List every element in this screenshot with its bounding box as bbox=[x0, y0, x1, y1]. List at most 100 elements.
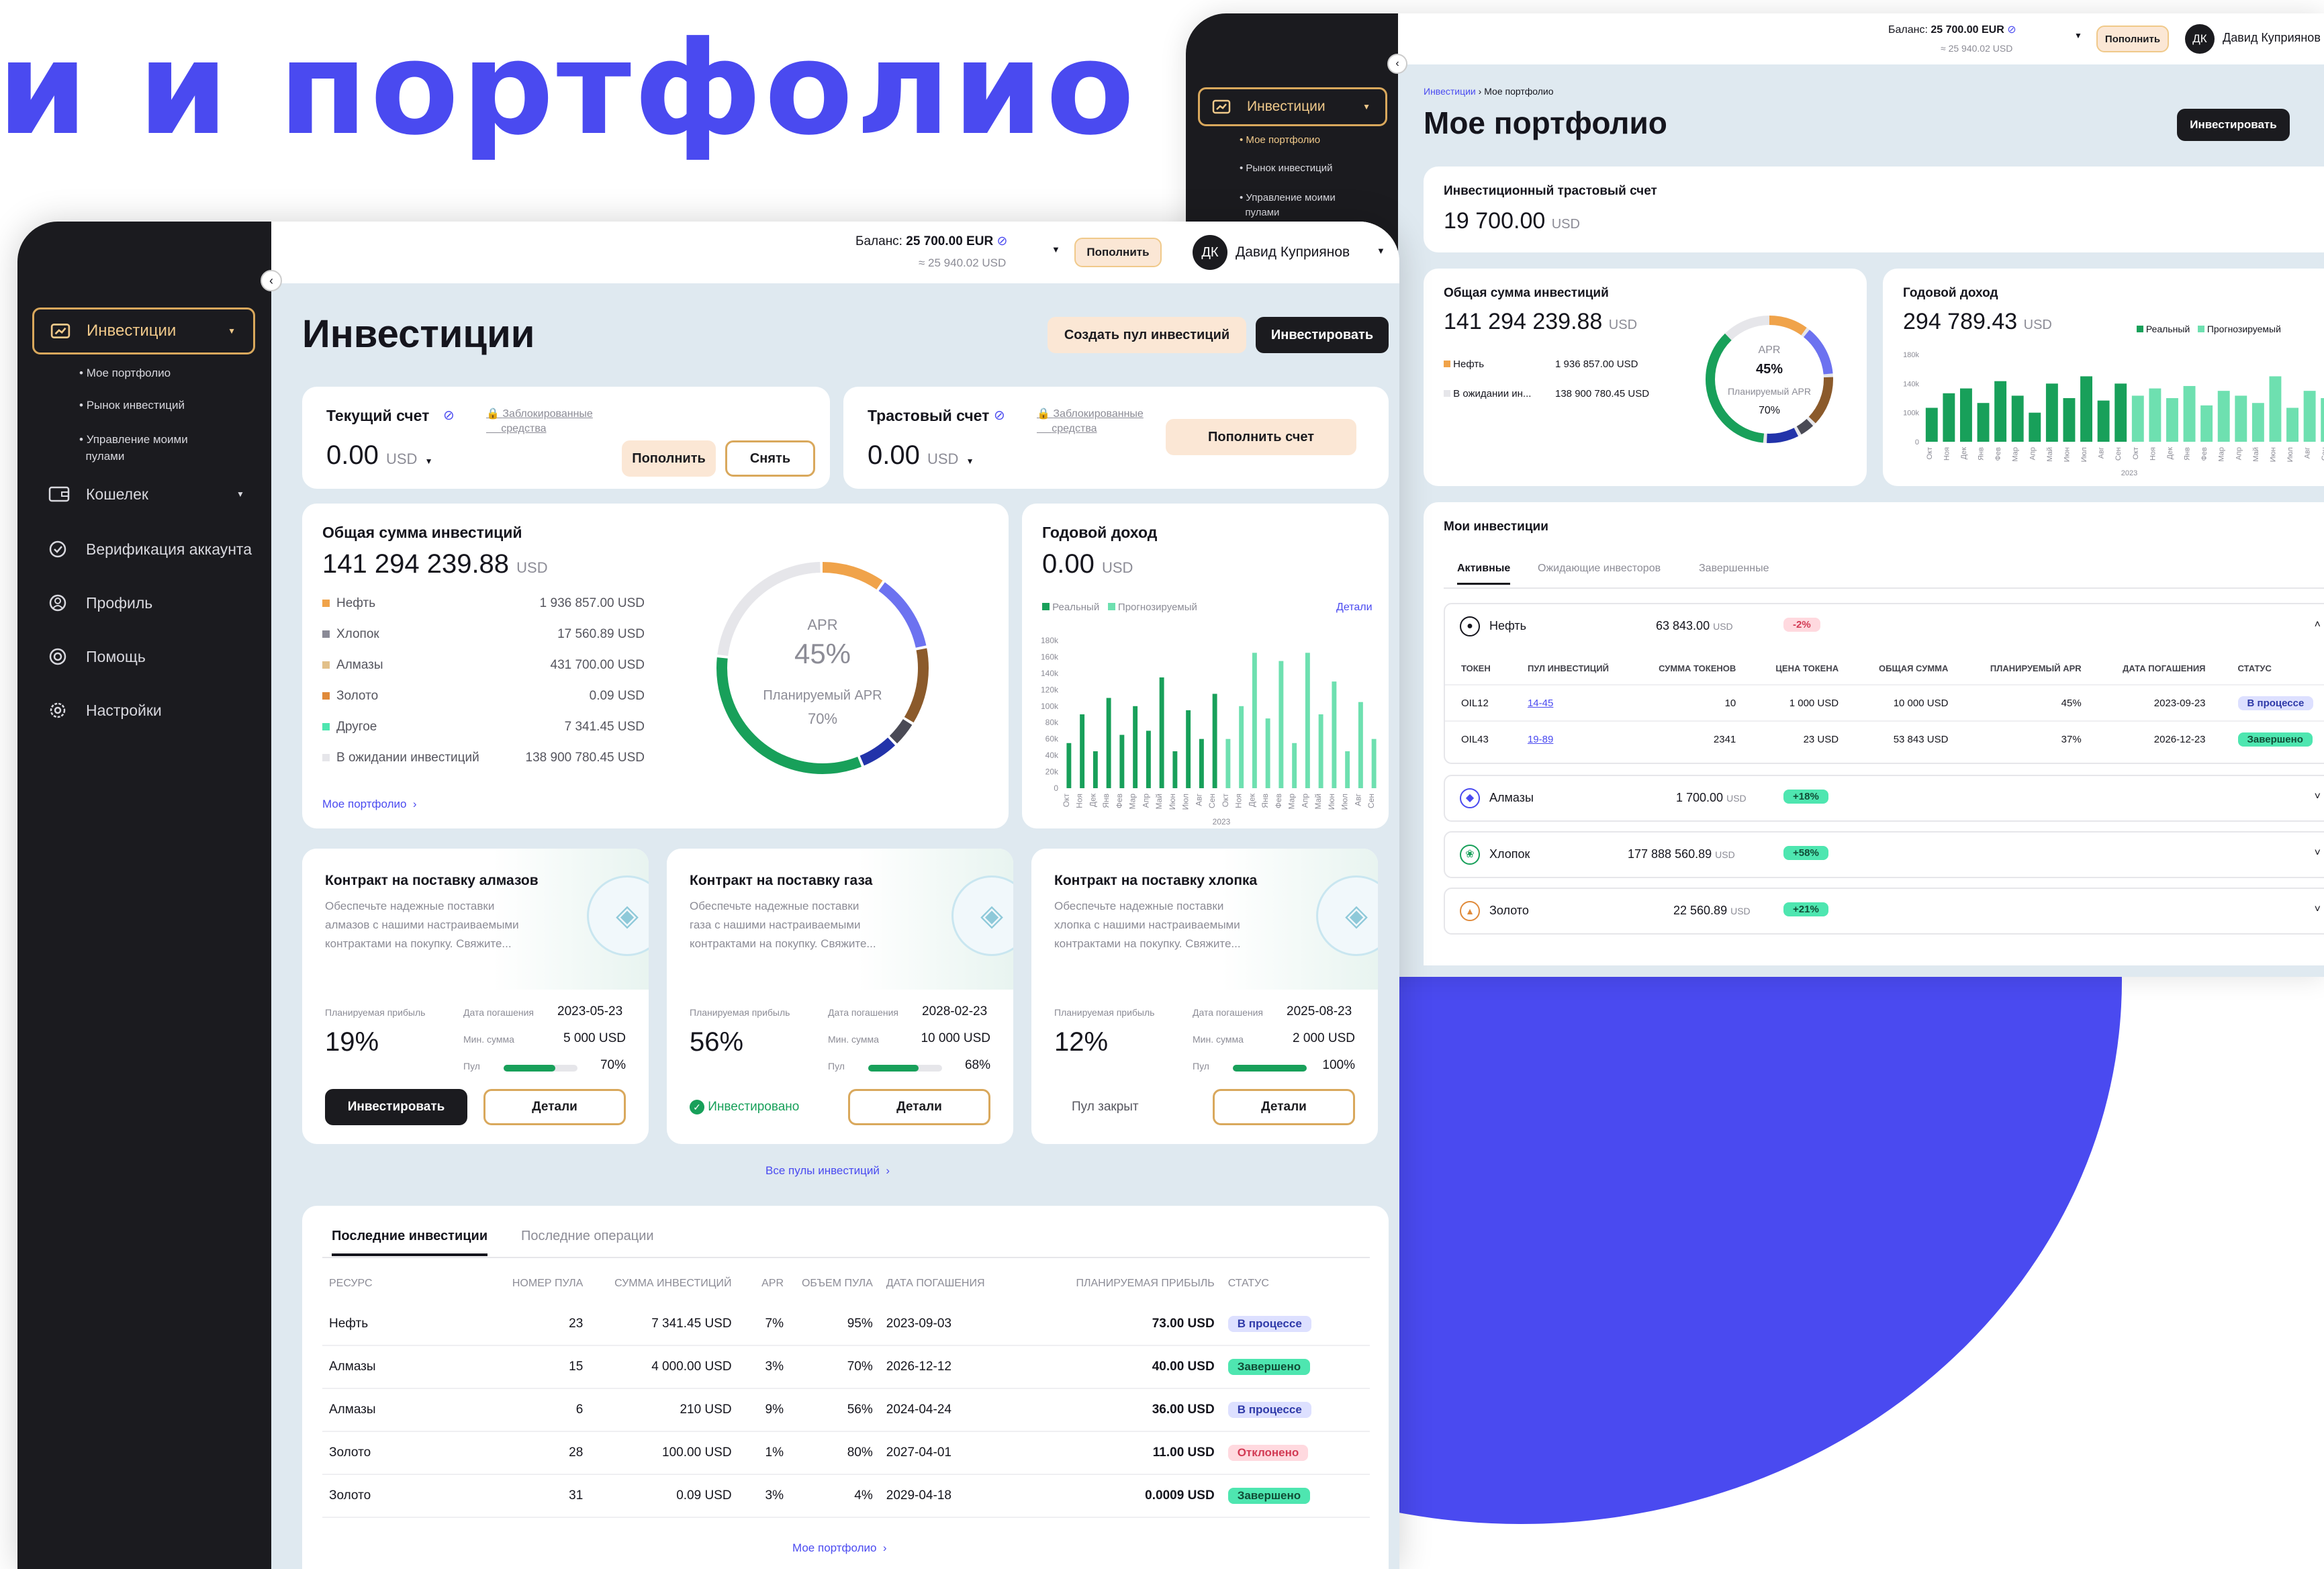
sidebar-subitem-market[interactable]: • Рынок инвестиций bbox=[1240, 162, 1332, 174]
user-name[interactable]: Давид Куприянов bbox=[2223, 31, 2321, 45]
invest-button[interactable]: Инвестировать bbox=[325, 1089, 467, 1125]
y-tick-label: 100k bbox=[1903, 410, 1919, 418]
sidebar-subitem-pools[interactable]: • Управление моими пулами bbox=[1240, 191, 1336, 220]
eye-off-icon[interactable]: ⊘ bbox=[443, 407, 455, 424]
y-tick-label: 0 bbox=[1054, 783, 1058, 793]
page-title: Мое портфолио bbox=[1424, 105, 1667, 140]
year-label: 2023 bbox=[2121, 469, 2137, 477]
collapse-sidebar-button[interactable]: ‹ bbox=[1387, 54, 1407, 74]
table-row[interactable]: Нефть 23 7 341.45 USD 7% 95% 2023-09-03 73.00 … bbox=[322, 1302, 1370, 1345]
x-tick-label: Май bbox=[1313, 794, 1323, 810]
topup-account-button[interactable]: Пополнить счет bbox=[1166, 419, 1356, 455]
eye-off-icon[interactable]: ⊘ bbox=[996, 234, 1007, 248]
annual-income-card: Годовой доход 294 789.43 USD Реальный Пр… bbox=[1883, 269, 2324, 486]
tab-active[interactable]: Активные bbox=[1457, 563, 1511, 585]
user-menu-icon[interactable]: ▼ bbox=[1377, 246, 1385, 256]
group-gold[interactable]: ▲ Золото 22 560.89 USD +21% ˅ bbox=[1444, 888, 2324, 935]
chevron-down-icon: ▼ bbox=[1362, 102, 1370, 111]
check-circle-icon: ✓ bbox=[690, 1100, 704, 1114]
income-bar bbox=[2166, 398, 2178, 442]
legend-row: В ожидании ин... bbox=[1444, 388, 1531, 399]
avatar[interactable]: ДК bbox=[2185, 24, 2215, 54]
group-oil[interactable]: ● Нефть 63 843.00 USD -2% ˄ ТОКЕН ПУЛ ИНВ… bbox=[1444, 603, 2324, 764]
pool-link[interactable]: 14-45 bbox=[1528, 698, 1553, 709]
table-row[interactable]: Алмазы 15 4 000.00 USD 3% 70% 2026-12-12 40.00… bbox=[322, 1345, 1370, 1388]
income-bar bbox=[2217, 391, 2230, 442]
income-bar bbox=[1133, 706, 1138, 788]
income-bar bbox=[1994, 381, 2007, 442]
balance-converted: ≈ 25 940.02 USD bbox=[919, 256, 1007, 269]
x-tick-label: Май bbox=[1154, 794, 1164, 810]
chevron-down-icon[interactable]: ˅ bbox=[2315, 847, 2321, 859]
my-portfolio-link[interactable]: Мое портфолио › bbox=[792, 1541, 887, 1555]
avatar[interactable]: ДК bbox=[1193, 235, 1227, 270]
topup-button[interactable]: Пополнить bbox=[2096, 26, 2169, 52]
table-row[interactable]: Алмазы 6 210 USD 9% 56% 2024-04-24 36.00 USD В … bbox=[322, 1388, 1370, 1431]
pool-progress-bar bbox=[1233, 1065, 1307, 1072]
balance: Баланс: 25 700.00 EUR ⊘ bbox=[855, 234, 1008, 248]
invest-button[interactable]: Инвестировать bbox=[2177, 109, 2290, 141]
tab-completed[interactable]: Завершенные bbox=[1699, 563, 1769, 575]
table-row[interactable]: Золото 28 100.00 USD 1% 80% 2027-04-01 11.00 U… bbox=[322, 1431, 1370, 1474]
eye-off-icon[interactable]: ⊘ bbox=[994, 407, 1005, 424]
topup-button[interactable]: Пополнить bbox=[622, 440, 716, 477]
eye-off-icon[interactable]: ⊘ bbox=[2007, 24, 2016, 36]
sidebar-subitem-portfolio[interactable]: • Мое портфолио bbox=[79, 367, 171, 380]
sidebar-subitem-market[interactable]: • Рынок инвестиций bbox=[79, 399, 185, 412]
income-bar bbox=[1080, 714, 1085, 788]
sidebar-subitem-pools[interactable]: • Управление моими пулами bbox=[79, 431, 188, 465]
tab-recent-investments[interactable]: Последние инвестиции bbox=[332, 1229, 488, 1256]
all-pools-link[interactable]: Все пулы инвестиций › bbox=[765, 1164, 890, 1178]
user-name[interactable]: Давид Куприянов bbox=[1236, 244, 1350, 260]
collapse-sidebar-button[interactable]: ‹ bbox=[261, 270, 282, 291]
tab-waiting[interactable]: Ожидающие инвесторов bbox=[1538, 563, 1661, 575]
currency-dropdown-icon[interactable]: ▼ bbox=[425, 457, 433, 466]
invest-button[interactable]: Инвестировать bbox=[1256, 317, 1389, 353]
planned-profit: 12% bbox=[1054, 1027, 1109, 1057]
sidebar-item-help[interactable]: Помощь bbox=[48, 647, 146, 666]
create-pool-button[interactable]: Создать пул инвестиций bbox=[1048, 317, 1246, 353]
investments-window: Инвестиции ▼ • Мое портфолио • Рынок инв… bbox=[17, 222, 1399, 1569]
sidebar-item-wallet[interactable]: Кошелек ▼ bbox=[48, 485, 244, 504]
sidebar-item-settings[interactable]: Настройки bbox=[48, 701, 162, 720]
details-button[interactable]: Детали bbox=[848, 1089, 990, 1125]
breadcrumb-link[interactable]: Инвестиции bbox=[1424, 86, 1476, 97]
chevron-down-icon[interactable]: ˅ bbox=[2315, 904, 2321, 916]
sidebar-item-investments[interactable]: Инвестиции ▼ bbox=[1198, 87, 1387, 126]
group-diamonds[interactable]: ◆ Алмазы 1 700.00 USD +18% ˅ bbox=[1444, 775, 2324, 822]
sidebar-item-profile[interactable]: Профиль bbox=[48, 593, 152, 612]
balance-dropdown-icon[interactable]: ▼ bbox=[2074, 31, 2082, 40]
chevron-up-icon[interactable]: ˄ bbox=[2315, 619, 2321, 631]
income-bar bbox=[1199, 739, 1204, 788]
y-tick-label: 180k bbox=[1903, 351, 1919, 359]
topup-button[interactable]: Пополнить bbox=[1074, 238, 1162, 267]
locked-funds-link[interactable]: 🔒 Заблокированные средства bbox=[1037, 407, 1144, 436]
change-badge: +18% bbox=[1783, 790, 1828, 804]
chevron-down-icon[interactable]: ˅ bbox=[2315, 791, 2321, 803]
cotton-icon: ❀ bbox=[1460, 845, 1480, 865]
table-row[interactable]: OIL12 14-45 10 1 000 USD 10 000 USD 45% 2023-0… bbox=[1445, 685, 2324, 721]
locked-funds-link[interactable]: 🔒 Заблокированные средства bbox=[486, 407, 593, 436]
details-button[interactable]: Детали bbox=[1213, 1089, 1355, 1125]
withdraw-button[interactable]: Снять bbox=[725, 440, 815, 477]
y-tick-label: 120k bbox=[1041, 685, 1059, 694]
sidebar-item-verification[interactable]: Верификация аккаунта bbox=[48, 540, 252, 559]
balance-dropdown-icon[interactable]: ▼ bbox=[1052, 244, 1060, 254]
table-row[interactable]: Золото 31 0.09 USD 3% 4% 2029-04-18 0.0009 USD… bbox=[322, 1474, 1370, 1517]
currency-dropdown-icon[interactable]: ▼ bbox=[966, 457, 974, 466]
details-button[interactable]: Детали bbox=[483, 1089, 626, 1125]
table-row[interactable]: OIL43 19-89 2341 23 USD 53 843 USD 37% 2026-12… bbox=[1445, 721, 2324, 757]
group-cotton[interactable]: ❀ Хлопок 177 888 560.89 USD +58% ˅ bbox=[1444, 831, 2324, 878]
contract-card: Контракт на поставку хлопка Обеспечьте на… bbox=[1031, 849, 1378, 1144]
income-bar bbox=[1212, 694, 1217, 788]
status-badge: Завершено bbox=[2237, 732, 2313, 747]
sidebar-subitem-portfolio[interactable]: • Мое портфолио bbox=[1240, 134, 1320, 146]
details-link[interactable]: Детали bbox=[1336, 602, 1373, 614]
x-tick-label: Июл bbox=[2080, 447, 2088, 462]
my-portfolio-link[interactable]: Мое портфолио › bbox=[322, 798, 417, 811]
y-tick-label: 140k bbox=[1903, 380, 1919, 388]
sidebar-item-investments[interactable]: Инвестиции ▼ bbox=[32, 307, 255, 354]
svg-text:45%: 45% bbox=[1756, 362, 1783, 377]
pool-link[interactable]: 19-89 bbox=[1528, 734, 1553, 745]
tab-recent-operations[interactable]: Последние операции bbox=[521, 1229, 654, 1244]
